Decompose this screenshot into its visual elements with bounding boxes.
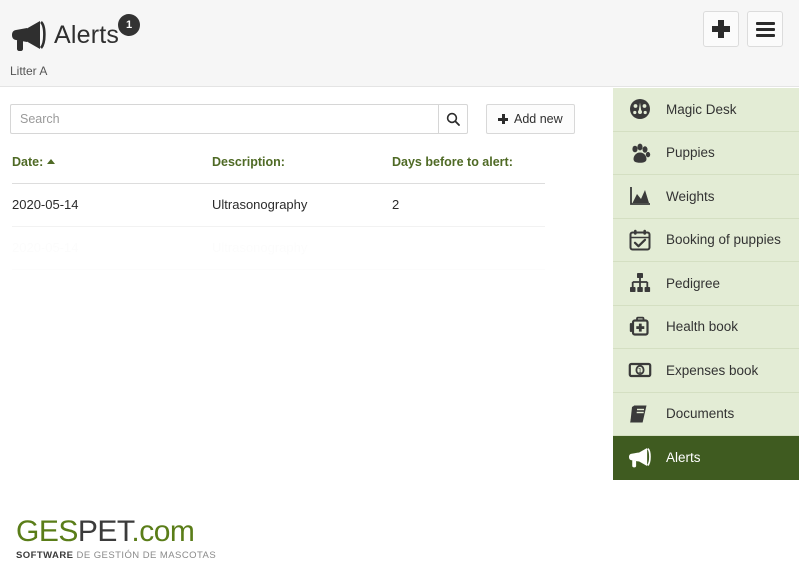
sidebar-item-puppies[interactable]: Puppies (613, 131, 799, 175)
page-title-row: Alerts (10, 14, 119, 56)
sidebar-item-label: Expenses book (666, 362, 759, 378)
cell-days-placeholder (392, 226, 545, 270)
add-new-button[interactable]: Add new (486, 104, 575, 134)
sidebar-item-pedigree[interactable]: Pedigree (613, 262, 799, 306)
table-header-row: Date: Description: Days before to alert: (12, 155, 545, 184)
logo-wordmark: GESPET.com (16, 517, 216, 547)
search-icon (446, 112, 460, 126)
cell-date: 2020-05-14 (12, 183, 212, 227)
table-row-placeholder: 2020-05-14 Ultrasonography (12, 226, 545, 270)
cell-date-placeholder: 2020-05-14 (12, 226, 212, 270)
sidebar-item-label: Weights (666, 188, 715, 204)
sidebar-navigation: Magic Desk Puppies Weights Booking of pu… (613, 88, 799, 480)
sidebar-item-documents[interactable]: Documents (613, 392, 799, 436)
logo-tagline-light: DE GESTIÓN DE MASCOTAS (76, 550, 217, 561)
sidebar-item-label: Health book (666, 319, 739, 334)
sidebar-item-label: Alerts (666, 449, 701, 465)
sidebar-item-magic-desk[interactable]: Magic Desk (613, 88, 799, 132)
table-body: 2020-05-14 Ultrasonography 2 2020-05-14 … (12, 183, 545, 270)
main-content: Add new Date: Description: Days before t… (0, 87, 613, 561)
column-header-date-label: Date: (12, 155, 44, 169)
sidebar-item-booking-of-puppies[interactable]: Booking of puppies (613, 218, 799, 262)
cell-description: Ultrasonography (212, 183, 392, 227)
cell-description-placeholder: Ultrasonography (212, 226, 392, 270)
sitemap-tree-icon (627, 270, 653, 296)
calendar-check-icon (627, 227, 653, 253)
logo-tagline: SOFTWARE DE GESTIÓN DE MASCOTAS (16, 550, 216, 561)
book-icon (627, 401, 653, 427)
megaphone-icon (12, 21, 46, 51)
page-title: Alerts (54, 20, 120, 49)
logo-part-pet: PET (77, 515, 132, 548)
table-header: Date: Description: Days before to alert: (12, 155, 545, 184)
sidebar-item-health-book[interactable]: Health book (613, 305, 799, 349)
plus-icon (712, 20, 730, 38)
banknote-icon: 1 (627, 357, 653, 383)
add-new-label: Add new (514, 112, 563, 126)
column-header-days[interactable]: Days before to alert: (392, 155, 545, 184)
page-header: Alerts 1 Litter A (0, 0, 799, 87)
logo-part-com: .com (131, 515, 195, 548)
search-button[interactable] (438, 104, 468, 134)
sort-ascending-icon (47, 159, 56, 164)
logo-part-ges: GES (16, 515, 78, 548)
sidebar-item-label: Booking of puppies (666, 232, 781, 247)
gespet-logo: GESPET.com SOFTWARE DE GESTIÓN DE MASCOT… (16, 517, 216, 561)
alerts-count-badge: 1 (118, 14, 140, 36)
sidebar-item-label: Magic Desk (666, 101, 737, 117)
dashboard-gauge-icon (627, 96, 653, 122)
hamburger-menu-icon (755, 21, 775, 37)
add-button[interactable] (703, 11, 739, 47)
plus-icon (498, 114, 508, 124)
header-actions (703, 11, 783, 47)
table-row[interactable]: 2020-05-14 Ultrasonography 2 (12, 183, 545, 227)
megaphone-icon (627, 444, 653, 470)
content-toolbar: Add new (10, 104, 575, 134)
menu-button[interactable] (747, 11, 783, 47)
sidebar-item-label: Puppies (666, 145, 715, 160)
logo-tagline-bold: SOFTWARE (16, 550, 77, 561)
search-group (10, 104, 468, 134)
cell-days: 2 (392, 183, 545, 227)
page-header-left: Alerts 1 (10, 14, 140, 56)
sidebar-item-label: Pedigree (666, 275, 721, 291)
page-subtitle: Litter A (10, 64, 48, 78)
svg-text:1: 1 (638, 367, 642, 375)
column-header-date[interactable]: Date: (12, 155, 212, 184)
paw-print-icon (627, 140, 653, 166)
sidebar-item-alerts[interactable]: Alerts (613, 436, 799, 480)
search-input[interactable] (10, 104, 438, 134)
sidebar-item-expenses-book[interactable]: 1 Expenses book (613, 349, 799, 393)
app-root: Alerts 1 Litter A Search Add new Date: D… (0, 0, 799, 561)
sidebar-item-weights[interactable]: Weights (613, 175, 799, 219)
area-chart-icon (627, 183, 653, 209)
sidebar-item-label: Documents (666, 406, 735, 421)
first-aid-kit-icon (627, 314, 653, 340)
alerts-table: Date: Description: Days before to alert:… (12, 155, 545, 270)
column-header-description[interactable]: Description: (212, 155, 392, 184)
